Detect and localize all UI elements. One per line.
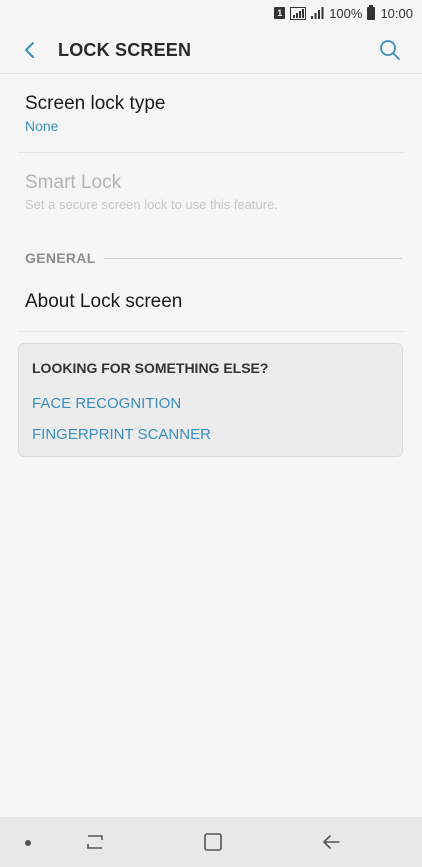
home-button[interactable] <box>198 817 228 867</box>
clock: 10:00 <box>380 5 413 21</box>
section-divider-line <box>103 257 402 259</box>
fingerprint-scanner-link[interactable]: FINGERPRINT SCANNER <box>32 426 211 443</box>
search-icon <box>380 40 400 60</box>
screen-lock-type-item[interactable]: Screen lock type None <box>0 74 422 153</box>
general-section-header: GENERAL <box>25 250 402 266</box>
face-recognition-link[interactable]: FACE RECOGNITION <box>32 395 181 412</box>
divider <box>18 331 404 332</box>
battery-icon <box>367 4 376 20</box>
status-bar: 1 100% 10:00 <box>0 0 422 26</box>
back-button[interactable] <box>18 38 40 62</box>
recent-apps-icon <box>87 835 103 849</box>
about-lock-screen-title: About Lock screen <box>25 291 183 312</box>
sim-card-icon: 1 <box>274 7 286 19</box>
page-title: LOCK SCREEN <box>58 40 192 60</box>
chevron-left-icon <box>25 42 34 58</box>
suggestions-card: LOOKING FOR SOMETHING ELSE? FACE RECOGNI… <box>18 343 403 457</box>
search-button[interactable] <box>378 38 402 62</box>
signal-strength-icon <box>290 6 307 20</box>
battery-percent: 100% <box>329 5 363 21</box>
smart-lock-item: Smart Lock Set a secure screen lock to u… <box>0 153 422 233</box>
nav-bar-dot-icon[interactable] <box>25 840 31 846</box>
suggestions-title: LOOKING FOR SOMETHING ELSE? <box>32 360 269 376</box>
recent-apps-button[interactable] <box>80 817 110 867</box>
smart-lock-subtitle: Set a secure screen lock to use this fea… <box>25 197 278 212</box>
smart-lock-title: Smart Lock <box>25 172 122 193</box>
screen-lock-type-value: None <box>25 118 59 134</box>
back-arrow-icon <box>323 835 340 849</box>
home-icon <box>204 833 222 851</box>
signal-bars-icon <box>311 7 324 19</box>
back-nav-button[interactable] <box>316 817 346 867</box>
app-header: LOCK SCREEN <box>0 26 422 74</box>
about-lock-screen-item[interactable]: About Lock screen <box>0 272 422 332</box>
general-section-label: GENERAL <box>25 250 96 266</box>
screen-lock-type-title: Screen lock type <box>25 93 166 114</box>
navigation-bar <box>0 817 422 867</box>
